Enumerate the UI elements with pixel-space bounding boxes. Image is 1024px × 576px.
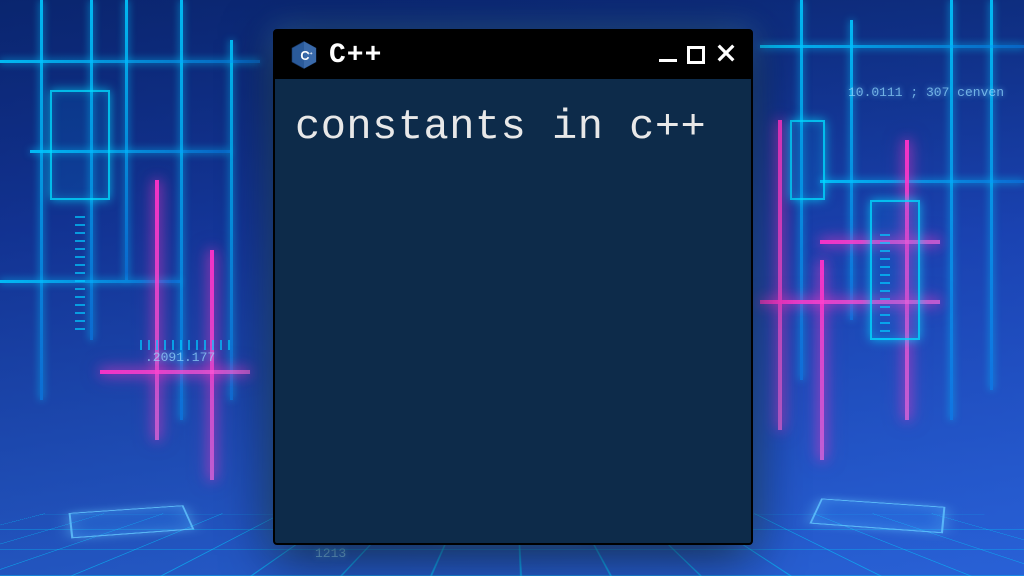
maximize-icon	[687, 46, 705, 64]
terminal-body: constants in c++	[275, 79, 751, 543]
minimize-button[interactable]	[659, 49, 677, 62]
window-title: C++	[329, 40, 649, 71]
svg-text:++: ++	[307, 52, 313, 57]
titlebar[interactable]: C ++ C++	[275, 31, 751, 79]
terminal-text: constants in c++	[295, 103, 706, 151]
terminal-window: C ++ C++ constants in c++	[273, 29, 753, 545]
close-button[interactable]	[715, 42, 737, 69]
deco-text-2: .2091.177	[145, 350, 215, 365]
close-icon	[715, 42, 737, 64]
cpp-logo-icon: C ++	[289, 40, 319, 70]
deco-text-1: 10.0111 ; 307 cenven	[848, 85, 1004, 100]
window-controls	[659, 42, 737, 69]
maximize-button[interactable]	[687, 46, 705, 64]
minimize-icon	[659, 59, 677, 62]
